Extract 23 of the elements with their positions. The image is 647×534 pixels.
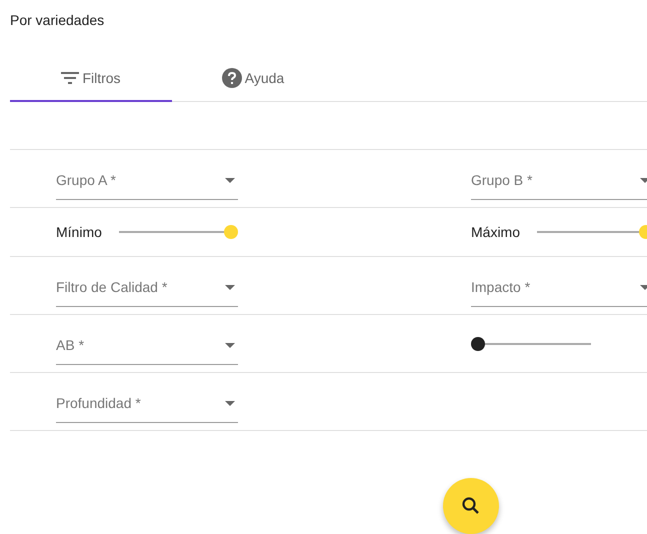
help-icon (222, 68, 242, 88)
slider-label: Máximo (471, 224, 520, 240)
filter-icon (61, 72, 80, 84)
caret-icon (225, 178, 235, 182)
search-button[interactable] (443, 478, 499, 534)
dropdown-field[interactable]: Impacto * (471, 268, 647, 306)
dropdown-field[interactable]: Grupo A * (56, 162, 238, 200)
caret-icon (640, 284, 647, 290)
search-icon (461, 496, 481, 516)
caret-icon (225, 284, 235, 290)
dropdown-field[interactable]: Profundidad * (56, 384, 238, 422)
tab[interactable]: Filtros (10, 56, 172, 102)
caret-icon (225, 342, 235, 348)
slider-label: Mínimo (56, 224, 102, 240)
tab[interactable]: Ayuda (172, 56, 334, 102)
slider-thumb[interactable] (471, 336, 485, 350)
page-title: Por variedades (9, 11, 106, 29)
dropdown-field[interactable]: Grupo B * (471, 162, 647, 200)
slider-thumb[interactable] (224, 225, 238, 239)
caret-icon (225, 400, 235, 406)
dropdown-field[interactable]: AB * (56, 326, 238, 364)
dropdown-field[interactable]: Filtro de Calidad * (56, 268, 238, 306)
caret-icon (640, 178, 647, 182)
